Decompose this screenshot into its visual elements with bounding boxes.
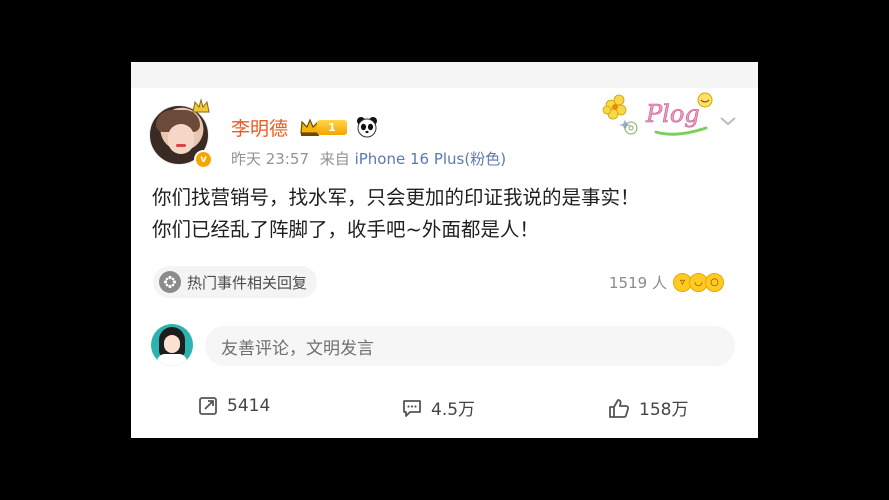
comment-input[interactable]: 友善评论，文明发言 (205, 326, 735, 366)
post-source[interactable]: iPhone 16 Plus(粉色) (355, 150, 507, 168)
panda-icon (357, 117, 377, 138)
comment-icon (403, 399, 421, 417)
level-badge[interactable]: 1 (299, 117, 353, 137)
hot-topic-label: 热门事件相关回复 (187, 273, 308, 292)
weibo-post-card: v 李明德 1 昨天 23:57 来自 iPhone 16 Plus(粉色) P… (131, 62, 758, 438)
emoji-reaction-icons: ▿ ◡ ○ (672, 273, 724, 292)
top-divider (131, 62, 758, 88)
comment-button[interactable]: 4.5万 (401, 395, 475, 420)
chevron-down-icon[interactable] (719, 112, 737, 131)
shock-emoji-icon: ○ (704, 273, 724, 292)
reaction-count: 1519 人 (609, 274, 667, 292)
comment-placeholder: 友善评论，文明发言 (221, 338, 374, 359)
like-count: 158万 (639, 400, 689, 420)
plog-sticker: Plog (602, 92, 713, 136)
hot-topic-button[interactable]: 热门事件相关回复 (153, 266, 318, 298)
verified-icon: v (194, 150, 213, 169)
commenter-avatar[interactable] (151, 324, 193, 366)
level-number: 1 (317, 120, 347, 135)
hot-topic-icon (159, 271, 181, 293)
repost-button[interactable]: 5414 (197, 395, 270, 417)
post-meta: 昨天 23:57 来自 iPhone 16 Plus(粉色) (231, 148, 506, 169)
svg-text:Plog: Plog (645, 100, 700, 128)
comment-count: 4.5万 (431, 400, 476, 420)
post-content: 你们找营销号，找水军，只会更加的印证我说的是事实！ 你们已经乱了阵脚了，收手吧~… (152, 182, 752, 246)
source-prefix: 来自 (319, 150, 350, 168)
content-line: 你们找营销号，找水军，只会更加的印证我说的是事实！ (152, 186, 640, 209)
repost-count: 5414 (227, 396, 271, 416)
repost-icon (199, 397, 217, 415)
content-line: 你们已经乱了阵脚了，收手吧~外面都是人！ (152, 218, 539, 241)
username[interactable]: 李明德 (231, 114, 288, 141)
reactions[interactable]: 1519 人 ▿ ◡ ○ (609, 272, 724, 293)
like-button[interactable]: 158万 (607, 395, 688, 420)
post-time: 昨天 23:57 (231, 150, 309, 168)
action-bar: 5414 4.5万 158万 (131, 387, 758, 427)
like-icon (609, 398, 629, 418)
avatar-pendant-icon (192, 98, 210, 113)
